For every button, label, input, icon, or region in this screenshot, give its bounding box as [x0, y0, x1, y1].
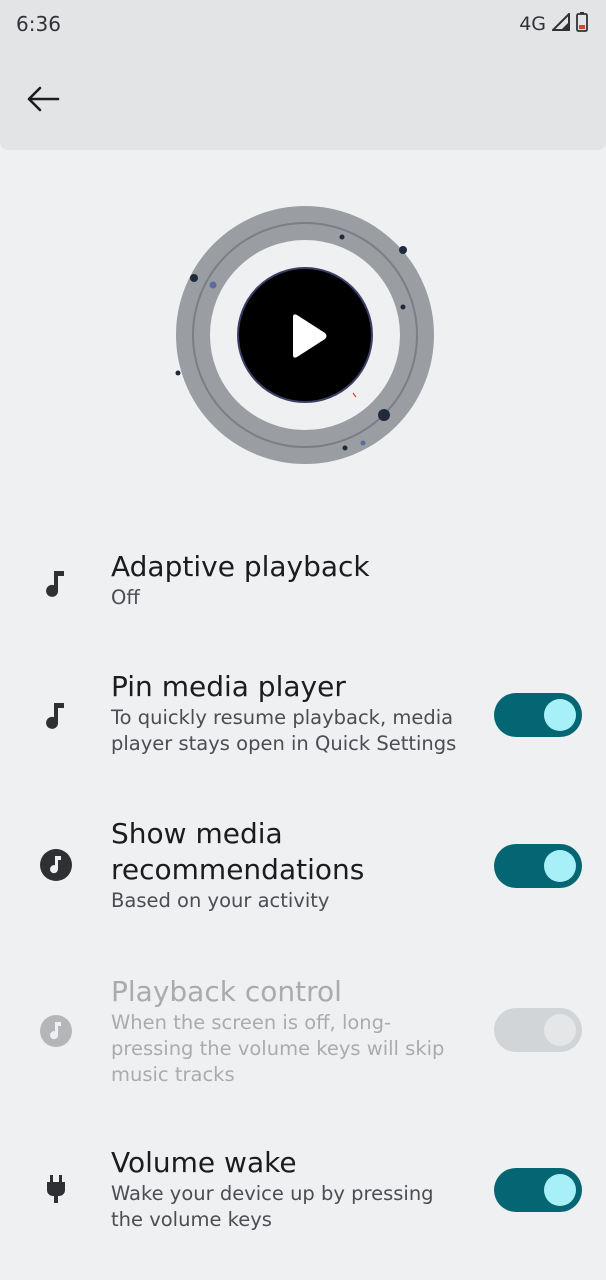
setting-adaptive-playback[interactable]: Adaptive playback Off — [0, 545, 606, 635]
setting-volume-wake[interactable]: Volume wake Wake your device up by press… — [0, 1141, 606, 1246]
setting-title: Pin media player — [111, 670, 346, 703]
music-note-icon — [36, 563, 76, 603]
setting-subtitle: Off — [111, 586, 140, 609]
power-plug-icon — [36, 1170, 76, 1210]
setting-title: Playback control — [111, 975, 342, 1008]
app-bar — [0, 50, 606, 150]
music-circle-icon — [36, 845, 76, 885]
toggle-knob — [544, 850, 576, 882]
setting-subtitle: Wake your device up by pressing the volu… — [111, 1182, 434, 1231]
setting-subtitle: Based on your activity — [111, 889, 330, 912]
setting-playback-control[interactable]: Playback control When the screen is off,… — [0, 970, 606, 1095]
network-type: 4G — [519, 13, 546, 35]
toggle-knob — [544, 1174, 576, 1206]
show-media-recommendations-toggle[interactable] — [494, 844, 582, 888]
setting-title: Adaptive playback — [111, 550, 370, 583]
arrow-left-icon — [26, 86, 60, 116]
music-circle-icon — [36, 1011, 76, 1051]
status-time: 6:36 — [16, 12, 61, 36]
setting-show-media-recommendations[interactable]: Show media recommendations Based on your… — [0, 812, 606, 927]
setting-pin-media-player[interactable]: Pin media player To quickly resume playb… — [0, 665, 606, 770]
battery-icon — [576, 12, 588, 36]
status-icons: 4G — [519, 11, 588, 36]
signal-icon — [550, 11, 570, 35]
music-note-icon — [36, 695, 76, 735]
playback-control-toggle[interactable] — [494, 1008, 582, 1052]
media-illustration — [175, 205, 435, 465]
back-button[interactable] — [20, 78, 66, 124]
toggle-knob — [544, 699, 576, 731]
pin-media-player-toggle[interactable] — [494, 693, 582, 737]
status-bar: 6:36 4G — [0, 0, 606, 50]
setting-title: Volume wake — [111, 1146, 297, 1179]
volume-wake-toggle[interactable] — [494, 1168, 582, 1212]
setting-title: Show media recommendations — [111, 817, 365, 886]
setting-subtitle: To quickly resume playback, media player… — [111, 706, 457, 755]
toggle-knob — [544, 1014, 576, 1046]
setting-subtitle: When the screen is off, long-pressing th… — [111, 1011, 445, 1086]
